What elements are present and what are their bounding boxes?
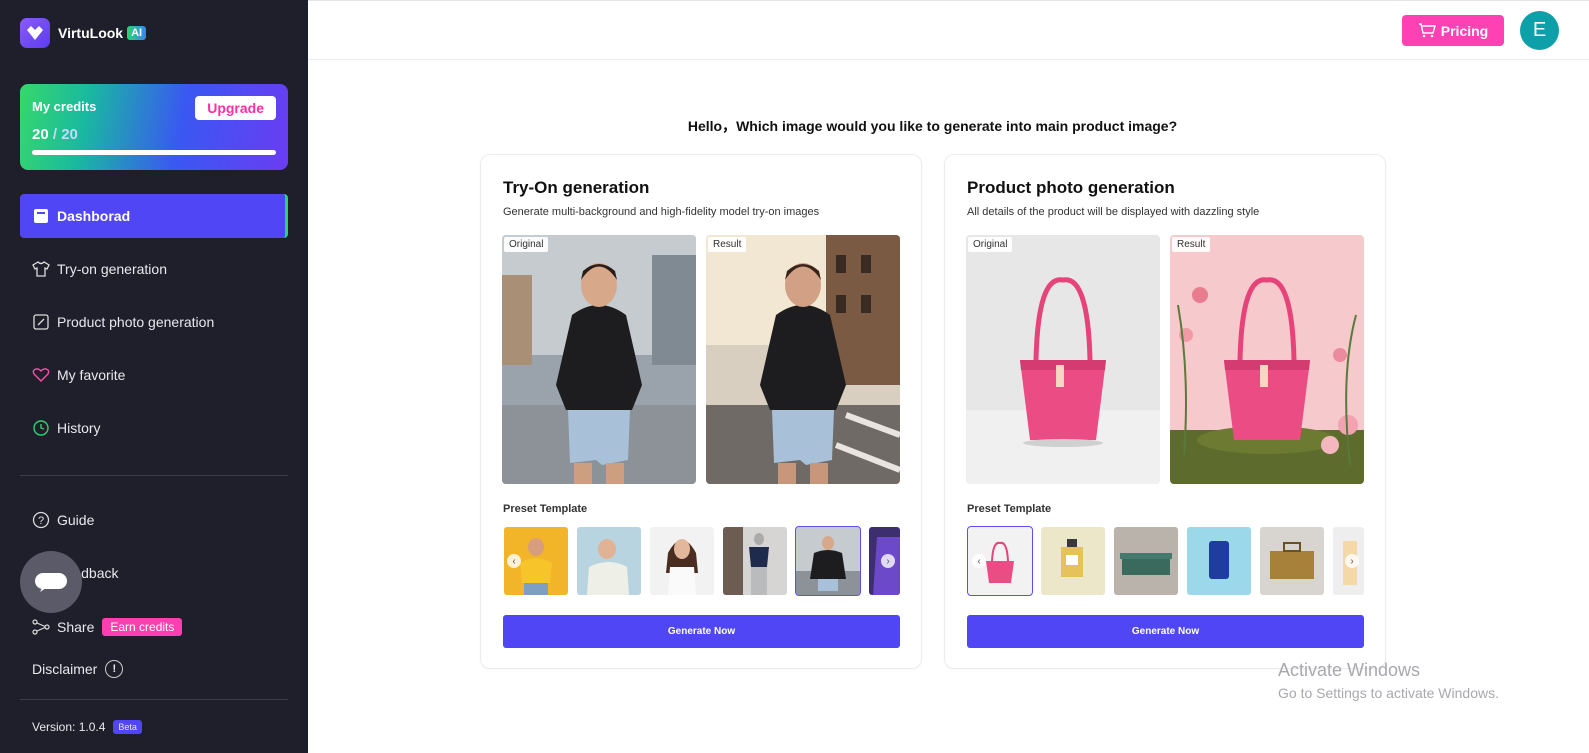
beta-badge: Beta (113, 720, 142, 734)
sidebar-item-label: My favorite (57, 367, 126, 383)
sidebar-item-guide[interactable]: ? Guide (20, 498, 288, 542)
tryon-result-photo (706, 235, 900, 484)
card-subtitle: All details of the product will be displ… (967, 206, 1260, 218)
product-original-photo (966, 235, 1160, 484)
info-icon: ! (105, 660, 124, 678)
sidebar-item-dashboard[interactable]: Dashborad (20, 194, 288, 238)
tryon-result-image: Result (706, 235, 900, 484)
preset-thumb[interactable] (650, 527, 714, 595)
credits-used: 20 (32, 126, 49, 143)
preset-thumb[interactable] (1260, 527, 1324, 595)
sidebar-item-tryon[interactable]: Try-on generation (20, 247, 288, 291)
product-photo-card: Product photo generation All details of … (944, 154, 1386, 669)
result-label: Result (1172, 237, 1211, 252)
earn-credits-badge[interactable]: Earn credits (102, 618, 183, 636)
sidebar-item-disclaimer[interactable]: Disclaimer ! (20, 647, 288, 691)
pricing-button[interactable]: Pricing (1402, 15, 1504, 46)
product-preset-list: ‹ › (967, 526, 1364, 597)
history-icon (32, 419, 50, 437)
svg-text:?: ? (38, 515, 44, 527)
credits-progress-bar (32, 150, 276, 155)
top-header (308, 0, 1589, 60)
original-label: Original (504, 237, 549, 252)
sidebar-item-product[interactable]: Product photo generation (20, 300, 288, 344)
card-title: Product photo generation (967, 178, 1175, 197)
help-circle-icon: ? (32, 511, 50, 529)
sidebar-item-label: Disclaimer (32, 661, 98, 677)
pricing-label: Pricing (1440, 22, 1489, 39)
page-greeting: Hello，Which image would you like to gene… (687, 118, 1178, 134)
sidebar-divider (20, 699, 288, 700)
watermark-subtitle: Go to Settings to activate Windows. (1278, 685, 1499, 701)
tryon-original-image: Original (502, 235, 696, 484)
sidebar-item-label: Guide (57, 512, 95, 528)
sidebar: VirtuLook AI My credits 20 / 20 Upgrade … (0, 0, 308, 753)
virtulook-logo-icon (20, 18, 50, 48)
carousel-prev-arrow[interactable]: ‹ (507, 554, 521, 568)
preset-thumb[interactable] (577, 527, 641, 595)
chat-bubble-icon (35, 573, 67, 592)
upgrade-button[interactable]: Upgrade (195, 96, 276, 120)
preset-thumb[interactable] (723, 527, 787, 595)
sidebar-item-label: Try-on generation (57, 261, 167, 277)
share-icon (32, 618, 50, 636)
credits-title: My credits (32, 99, 97, 114)
carousel-next-arrow[interactable]: › (1345, 554, 1359, 568)
preset-thumb[interactable] (1187, 527, 1251, 595)
sidebar-divider (20, 475, 288, 476)
carousel-prev-arrow[interactable]: ‹ (972, 554, 986, 568)
preset-thumb[interactable] (1114, 527, 1178, 595)
generate-now-button[interactable]: Generate Now (503, 615, 900, 648)
tryon-card: Try-On generation Generate multi-backgro… (480, 154, 922, 669)
heart-icon (32, 366, 50, 384)
preset-thumb-selected[interactable] (795, 526, 861, 596)
avatar[interactable]: E (1520, 11, 1559, 50)
carousel-next-arrow[interactable]: › (881, 554, 895, 568)
product-result-image: Result (1170, 235, 1364, 484)
card-title: Try-On generation (503, 178, 650, 197)
sidebar-item-label: Share (57, 619, 95, 635)
windows-activation-watermark: Activate Windows Go to Settings to activ… (1278, 660, 1499, 701)
cart-icon (1418, 23, 1436, 38)
sidebar-item-favorite[interactable]: My favorite (20, 353, 288, 397)
shirt-icon (32, 260, 50, 278)
version-label: Version: 1.0.4 (32, 720, 106, 734)
tryon-preset-list: ‹ › (503, 526, 900, 597)
photo-edit-icon (32, 313, 50, 331)
dashboard-icon (32, 207, 50, 225)
version-info: Version: 1.0.4 Beta (32, 720, 142, 734)
credits-value: 20 / 20 (32, 126, 78, 143)
chat-button[interactable] (20, 551, 82, 613)
credits-total: 20 (61, 126, 78, 143)
app-logo[interactable]: VirtuLook AI (20, 18, 147, 48)
generate-now-button[interactable]: Generate Now (967, 615, 1364, 648)
preset-thumb[interactable] (1041, 527, 1105, 595)
app-name: VirtuLook (58, 25, 124, 41)
preset-template-title: Preset Template (967, 503, 1052, 515)
result-label: Result (708, 237, 747, 252)
preset-template-title: Preset Template (503, 503, 588, 515)
credits-card: My credits 20 / 20 Upgrade (20, 84, 288, 170)
product-result-photo (1170, 235, 1364, 484)
original-label: Original (968, 237, 1013, 252)
sidebar-item-label: Dashborad (57, 208, 131, 224)
sidebar-item-label: Product photo generation (57, 314, 215, 330)
card-subtitle: Generate multi-background and high-fidel… (503, 206, 820, 218)
tryon-original-photo (502, 235, 696, 484)
sidebar-item-history[interactable]: History (20, 406, 288, 450)
sidebar-item-label: History (57, 420, 101, 436)
watermark-title: Activate Windows (1278, 660, 1421, 680)
ai-badge: AI (127, 26, 147, 40)
product-original-image: Original (966, 235, 1160, 484)
